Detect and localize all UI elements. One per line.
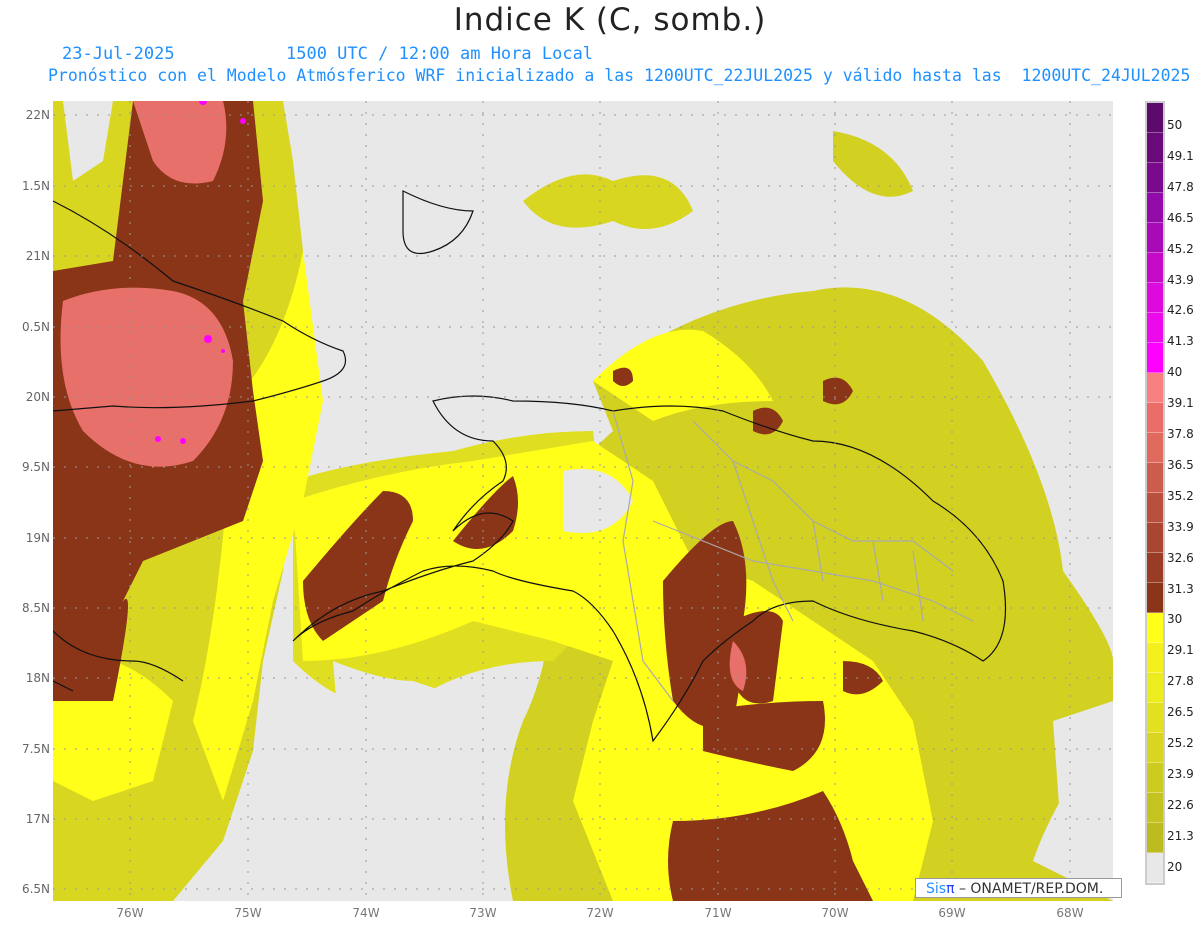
colorbar-label: 29.1 xyxy=(1167,643,1194,658)
lat-label: 22N xyxy=(25,108,50,122)
lat-label: 9.5N xyxy=(21,460,50,474)
lat-label: 20N xyxy=(25,390,50,404)
map-title: Indice K (C, somb.) xyxy=(453,2,767,38)
colorbar-swatch xyxy=(1147,733,1163,763)
colorbar-swatch xyxy=(1147,193,1163,223)
colorbar-swatch xyxy=(1147,313,1163,343)
colorbar-swatch xyxy=(1147,343,1163,373)
colorbar-label: 49.1 xyxy=(1167,148,1194,163)
colorbar-label: 26.5 xyxy=(1167,705,1194,720)
colorbar-swatch xyxy=(1147,823,1163,853)
lat-label: 6.5N xyxy=(21,882,50,896)
colorbar-swatch xyxy=(1147,493,1163,523)
colorbar-label: 23.9 xyxy=(1167,766,1194,781)
lon-label: 71W xyxy=(704,906,732,920)
colorbar-label: 32.6 xyxy=(1167,550,1194,565)
credit-text: – ONAMET/REP.DOM. xyxy=(954,881,1104,897)
colorbar-label: 35.2 xyxy=(1167,488,1194,503)
lat-label: 8.5N xyxy=(21,601,50,615)
lon-label: 73W xyxy=(469,906,497,920)
lat-label: 7.5N xyxy=(21,742,50,756)
colorbar-swatch xyxy=(1147,433,1163,463)
colorbar-label: 45.2 xyxy=(1167,241,1194,256)
colorbar-label: 22.6 xyxy=(1167,797,1194,812)
colorbar-label: 37.8 xyxy=(1167,427,1194,441)
colorbar-swatch xyxy=(1147,523,1163,553)
lat-label: 0.5N xyxy=(21,320,50,334)
colorbar-label: 47.8 xyxy=(1167,179,1194,194)
colorbar-label: 43.9 xyxy=(1167,272,1194,287)
colorbar-swatch xyxy=(1147,673,1163,703)
lon-label: 68W xyxy=(1056,906,1084,920)
credit-brand: Sis xyxy=(926,881,947,897)
k-index-map xyxy=(53,101,1113,901)
forecast-description: Pronóstico con el Modelo Atmósferico WRF… xyxy=(48,66,1191,85)
colorbar-label: 27.8 xyxy=(1167,674,1194,689)
colorbar-label: 21.3 xyxy=(1167,828,1194,843)
forecast-date: 23-Jul-2025 xyxy=(62,44,175,64)
colorbar-label: 46.5 xyxy=(1167,210,1194,225)
credit-badge: Sisπ – ONAMET/REP.DOM. xyxy=(915,878,1122,898)
colorbar-swatch xyxy=(1147,463,1163,493)
lat-label: 21N xyxy=(25,249,50,263)
colorbar-swatch xyxy=(1147,553,1163,583)
forecast-time: 1500 UTC / 12:00 am Hora Local xyxy=(286,44,594,64)
colorbar xyxy=(1145,101,1165,885)
colorbar-swatch xyxy=(1147,583,1163,613)
lat-label: 1.5N xyxy=(21,179,50,193)
lat-label: 17N xyxy=(25,812,50,826)
lat-label: 19N xyxy=(25,531,50,545)
colorbar-label: 31.3 xyxy=(1167,581,1194,596)
colorbar-label: 30 xyxy=(1167,612,1183,627)
lon-label: 72W xyxy=(586,906,614,920)
colorbar-swatch xyxy=(1147,283,1163,313)
colorbar-swatch xyxy=(1147,403,1163,433)
colorbar-label: 33.9 xyxy=(1167,519,1194,534)
credit-pi: π xyxy=(946,881,955,897)
lat-label: 18N xyxy=(25,671,50,685)
colorbar-swatch xyxy=(1147,703,1163,733)
colorbar-swatch xyxy=(1147,223,1163,253)
colorbar-label: 50 xyxy=(1167,118,1183,132)
colorbar-swatch xyxy=(1147,103,1163,133)
lon-label: 75W xyxy=(234,906,262,920)
colorbar-swatch xyxy=(1147,643,1163,673)
colorbar-swatch xyxy=(1147,763,1163,793)
lon-label: 70W xyxy=(821,906,849,920)
colorbar-label: 42.6 xyxy=(1167,303,1194,318)
colorbar-label: 36.5 xyxy=(1167,457,1194,472)
colorbar-swatch xyxy=(1147,853,1163,883)
lon-label: 74W xyxy=(352,906,380,920)
colorbar-label: 41.3 xyxy=(1167,334,1194,349)
lon-label: 69W xyxy=(938,906,966,920)
colorbar-swatch xyxy=(1147,793,1163,823)
colorbar-label: 40 xyxy=(1167,365,1183,380)
colorbar-swatch xyxy=(1147,253,1163,283)
colorbar-label: 25.2 xyxy=(1167,736,1194,750)
colorbar-label: 20 xyxy=(1167,859,1183,874)
colorbar-swatch xyxy=(1147,133,1163,163)
colorbar-swatch xyxy=(1147,373,1163,403)
colorbar-swatch xyxy=(1147,163,1163,193)
colorbar-label: 39.1 xyxy=(1167,396,1194,411)
lon-label: 76W xyxy=(116,906,144,920)
colorbar-swatch xyxy=(1147,613,1163,643)
